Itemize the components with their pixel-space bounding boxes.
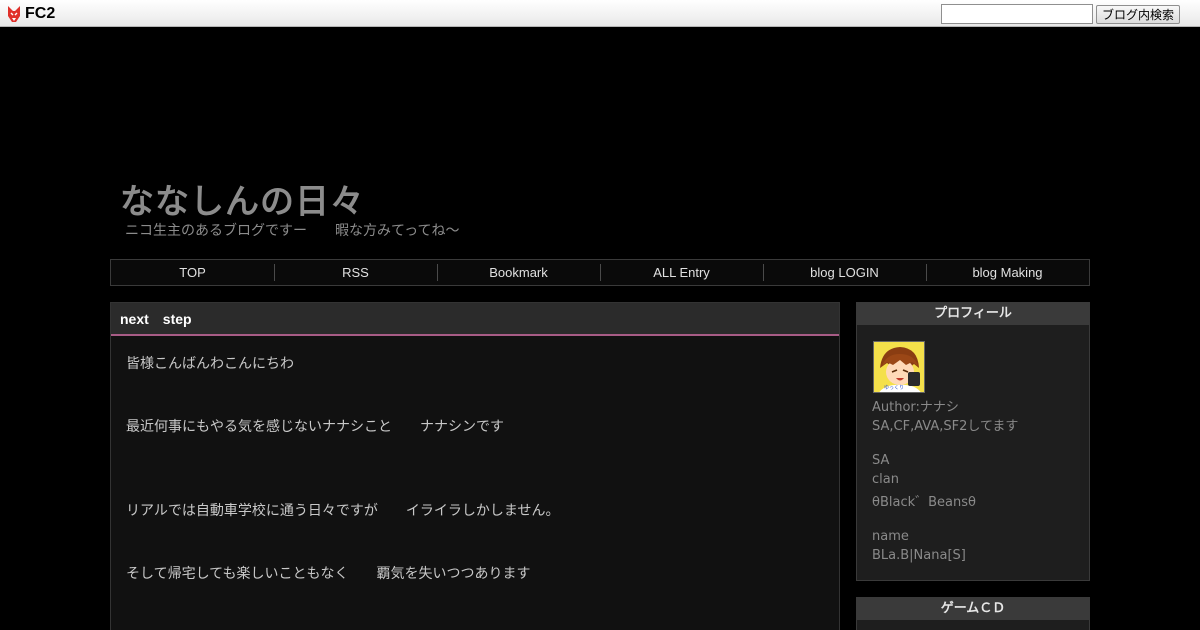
avatar-image: ゆっくり: [874, 342, 924, 392]
fc2-logo-text: FC2: [25, 4, 56, 22]
blog-entry: next step 皆様こんばんわこんにちわ 最近何事にもやる気を感じないナナシ…: [110, 302, 840, 630]
blog-search-input[interactable]: [941, 4, 1093, 24]
profile-line: SA: [872, 453, 890, 468]
entry-paragraph: リアルでは自動車学校に通う日々ですが イライラしかしません。: [126, 503, 560, 519]
nav-item-all-entry[interactable]: ALL Entry: [600, 260, 763, 285]
game-cd-heading: ゲームＣＤ: [857, 598, 1089, 620]
fc2-logo[interactable]: FC2: [6, 4, 55, 23]
profile-line: SA,CF,AVA,SF2してます: [872, 419, 1019, 434]
profile-plugin: プロフィール ゆっくり Author:ナナシ SA,CF,AVA,SF2してます…: [856, 302, 1090, 581]
nav-item-blog-making[interactable]: blog Making: [926, 260, 1089, 285]
svg-text:ゆっくり: ゆっくり: [884, 385, 904, 391]
profile-line: BLa.B|Nana[S]: [872, 548, 966, 563]
blog-title[interactable]: ななしんの日々: [120, 174, 365, 223]
global-nav: TOP RSS Bookmark ALL Entry blog LOGIN bl…: [110, 259, 1090, 286]
profile-heading: プロフィール: [857, 303, 1089, 325]
profile-line: name: [872, 529, 909, 544]
fc2-toolbar: FC2 ブログ内検索: [0, 0, 1200, 27]
nav-item-top[interactable]: TOP: [111, 260, 274, 285]
nav-item-bookmark[interactable]: Bookmark: [437, 260, 600, 285]
profile-line: clan: [872, 472, 899, 487]
nav-item-blog-login[interactable]: blog LOGIN: [763, 260, 926, 285]
game-cd-plugin: ゲームＣＤ: [856, 597, 1090, 630]
nav-item-rss[interactable]: RSS: [274, 260, 437, 285]
entry-paragraph: そして帰宅しても楽しいこともなく 覇気を失いつつあります: [126, 566, 531, 582]
blog-description: ニコ生主のあるブログですー 暇な方みてってね～: [125, 223, 460, 239]
profile-author: Author:ナナシ: [872, 400, 959, 415]
profile-line: θBlack゛Beansθ: [872, 495, 976, 510]
entry-paragraph: 最近何事にもやる気を感じないナナシこと ナナシンです: [126, 419, 504, 435]
entry-paragraph: 皆様こんばんわこんにちわ: [126, 356, 294, 372]
blog-search-button[interactable]: ブログ内検索: [1096, 5, 1180, 24]
author-avatar: ゆっくり: [873, 341, 925, 393]
fc2-fox-icon: [8, 5, 20, 22]
entry-title[interactable]: next step: [111, 303, 839, 336]
